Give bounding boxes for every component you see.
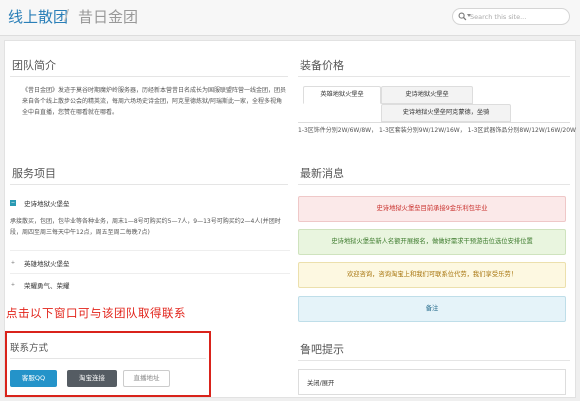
breadcrumb-home-link[interactable]: 线上散团: [8, 6, 68, 27]
service-item-glory[interactable]: + 荣耀勇气、荣耀: [10, 280, 70, 290]
service-item-epic-hellfire[interactable]: − 史诗地狱火堡垒: [10, 198, 70, 208]
services-divider: [10, 184, 288, 185]
service-item-label: 荣耀勇气、荣耀: [24, 282, 70, 290]
taobao-link-button[interactable]: 淘宝连接: [67, 370, 117, 387]
service-item-heroic-hellfire[interactable]: + 英雄地狱火堡垒: [10, 258, 70, 268]
tab-label: 史诗地狱火堡垒: [405, 91, 449, 98]
tab-label: 史诗地狱火堡垒阿克蒙德，坐骑: [402, 109, 490, 116]
search-box[interactable]: [452, 8, 570, 25]
panel-toggle-label[interactable]: 关闭/展开: [307, 378, 334, 387]
tab-epic-hellfire[interactable]: 史诗地狱火堡垒: [381, 86, 473, 104]
tab-label: 英雄地狱火堡垒: [320, 91, 364, 98]
service-divider: [10, 250, 290, 251]
equip-price-text: 1-3区饰件分别2W/6W/8W， 1-3区套装分别9W/12W/16W， 1-…: [298, 127, 576, 134]
news-alert-yellow: 欢迎咨询，咨询淘宝上和我们可联系位代劳，我们享受乐劳！: [298, 262, 566, 288]
stream-address-button[interactable]: 直播地址: [123, 370, 170, 387]
news-alert-blue: 备注: [298, 296, 566, 322]
news-alert-red: 史诗地狱火堡垒目前承接9金乐利包毕业: [298, 196, 566, 222]
breadcrumb-current-page: 昔日金团: [78, 8, 139, 26]
services-title: 服务项目: [12, 167, 56, 180]
forum-title: 鲁吧提示: [300, 343, 344, 356]
service-item-label: 英雄地狱火堡垒: [24, 260, 70, 268]
intro-divider: [10, 76, 288, 77]
news-divider: [298, 184, 570, 185]
search-input[interactable]: [470, 11, 566, 23]
intro-text: 《昔日金团》发迹于莫谷时期魔炉岭服务器，历经新本营昔日名成长为国服联盟阵营一线金…: [22, 87, 287, 116]
equip-price-title: 装备价格: [300, 59, 344, 72]
tab-heroic-hellfire[interactable]: 英雄地狱火堡垒: [303, 86, 381, 104]
top-header: 线上散团 / 昔日金团: [0, 0, 580, 36]
plus-icon[interactable]: +: [10, 260, 16, 266]
toggle-panel[interactable]: 关闭/展开: [298, 369, 566, 395]
qq-support-button[interactable]: 客服QQ: [10, 370, 57, 387]
search-icon[interactable]: [458, 12, 467, 21]
minus-square-icon[interactable]: −: [10, 200, 16, 206]
intro-title: 团队简介: [12, 59, 56, 72]
service-description: 承接散买，包团，包毕业等各种业务，周末1—8号可购买约5—7人，9—13号可购买…: [10, 218, 281, 236]
contact-title: 联系方式: [10, 343, 49, 354]
tab-epic-hellfire-mount[interactable]: 史诗地狱火堡垒阿克蒙德，坐骑: [381, 104, 511, 122]
service-divider: [10, 273, 290, 274]
service-item-label: 史诗地狱火堡垒: [24, 200, 70, 208]
breadcrumb-separator: /: [64, 6, 70, 24]
forum-divider: [298, 360, 570, 361]
news-title: 最新消息: [300, 167, 344, 180]
contact-promo-text: 点击以下窗口可与该团队取得联系: [6, 306, 186, 320]
tab-baseline: [298, 122, 570, 123]
contact-divider: [10, 358, 206, 359]
news-alert-green: 史诗地狱火堡垒新人名额开展报名，做做好需求干预游击位选位安排位置: [298, 229, 566, 255]
equip-divider: [298, 76, 570, 77]
plus-icon[interactable]: +: [10, 282, 16, 288]
